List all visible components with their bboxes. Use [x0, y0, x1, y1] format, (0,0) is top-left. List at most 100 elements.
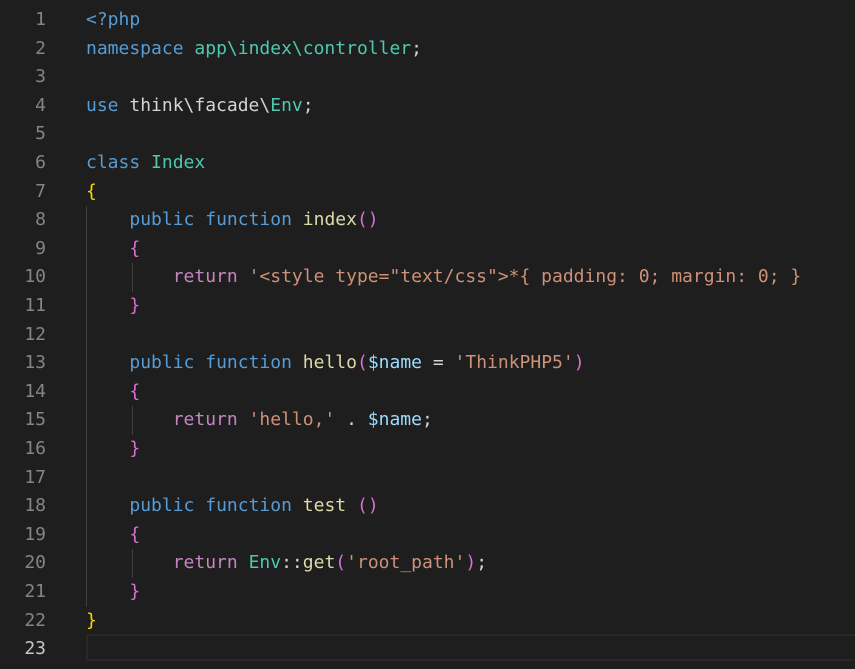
line-number: 11 [24, 295, 46, 316]
line-number: 1 [35, 9, 46, 30]
code-token: 'root_path' [346, 552, 466, 574]
code-line[interactable]: 17 [0, 464, 855, 493]
code-line[interactable]: 3 [0, 63, 855, 92]
line-number: 2 [35, 37, 46, 59]
line-number: 6 [35, 152, 46, 173]
code-line[interactable]: 20 return Env::get('root_path'); [0, 549, 855, 578]
code-line[interactable]: 7{ [0, 178, 855, 207]
code-token: index [302, 209, 357, 231]
code-token: use [86, 94, 119, 116]
code-token: Env [270, 94, 303, 116]
code-editor[interactable]: 1 <?php 2 namespace app\index\controller; 3 4… [0, 0, 855, 669]
code-token: ( [356, 352, 368, 374]
line-number: 12 [24, 323, 46, 345]
code-line[interactable]: 21 } [0, 578, 855, 607]
line-number: 4 [35, 94, 46, 116]
line-number: 22 [24, 609, 46, 631]
code-token: { [86, 180, 97, 202]
code-token: } [86, 609, 97, 631]
code-line[interactable]: 15 return 'hello,' . $name; [0, 406, 855, 435]
code-token: 'hello,' [248, 409, 336, 431]
code-token: namespace [86, 37, 184, 59]
line-number: 5 [35, 123, 46, 145]
code-line[interactable]: 16 } [0, 435, 855, 464]
code-token: () [356, 495, 379, 517]
code-token: app\index\controller [194, 37, 412, 59]
code-line[interactable]: 23 [0, 635, 855, 664]
code-token: return [172, 266, 238, 288]
code-token: } [129, 295, 141, 316]
code-line[interactable]: 2 namespace app\index\controller; [0, 35, 855, 64]
code-token: function [205, 209, 292, 231]
line-number: 15 [24, 409, 46, 431]
code-line[interactable]: 5 [0, 120, 855, 149]
code-line[interactable]: 18 public function test () [0, 492, 855, 521]
line-number: 3 [35, 66, 46, 88]
line-number: 20 [24, 552, 46, 574]
line-code: public function index() [86, 206, 379, 235]
code-token: ) [573, 352, 585, 374]
line-code: { [86, 521, 140, 550]
line-code: } [86, 435, 140, 464]
code-token: class [86, 152, 141, 173]
code-line[interactable]: 13 public function hello($name = 'ThinkP… [0, 349, 855, 378]
code-line[interactable]: 10 return '<style type="text/css">*{ pad… [0, 263, 855, 292]
code-token: } [129, 438, 141, 459]
code-line[interactable]: 6 class Index [0, 149, 855, 178]
line-number: 13 [24, 352, 46, 374]
code-token: 'ThinkPHP5' [454, 352, 574, 374]
code-token: ( [335, 552, 347, 574]
code-token: ; [302, 94, 314, 116]
line-code: } [86, 578, 140, 607]
line-number: 8 [35, 209, 46, 231]
line-number: 21 [24, 581, 46, 602]
code-token: = [422, 352, 455, 374]
code-line[interactable]: 14 { [0, 378, 855, 407]
code-token: { [129, 523, 141, 545]
code-line[interactable]: 11 } [0, 292, 855, 321]
line-code: { [86, 178, 97, 207]
code-line[interactable]: 19 { [0, 521, 855, 550]
code-line[interactable]: 22} [0, 607, 855, 636]
code-token: get [302, 552, 336, 574]
line-code: return Env::get('root_path'); [86, 549, 487, 578]
code-token: function [205, 495, 292, 517]
code-line[interactable]: 8 public function index() [0, 206, 855, 235]
code-token: think\facade\ [118, 94, 271, 116]
code-token: } [129, 581, 141, 602]
code-token: test [302, 495, 347, 517]
line-number: 23 [24, 638, 46, 660]
line-code: namespace app\index\controller; [86, 35, 422, 64]
line-number: 9 [35, 237, 46, 259]
code-token: Index [151, 152, 206, 173]
code-token: { [129, 380, 141, 402]
line-code: class Index [86, 149, 205, 178]
code-token: ) [465, 552, 477, 574]
code-line[interactable]: 1 <?php [0, 6, 855, 35]
code-token: () [356, 209, 379, 231]
line-code: return 'hello,' . $name; [86, 406, 433, 435]
code-line[interactable]: 9 { [0, 235, 855, 264]
line-number: 14 [24, 380, 46, 402]
line-code: public function hello($name = 'ThinkPHP5… [86, 349, 585, 378]
line-code: { [86, 378, 140, 407]
code-line[interactable]: 12 [0, 321, 855, 350]
code-token: <?php [86, 9, 141, 30]
code-line[interactable]: 4 use think\facade\Env; [0, 92, 855, 121]
